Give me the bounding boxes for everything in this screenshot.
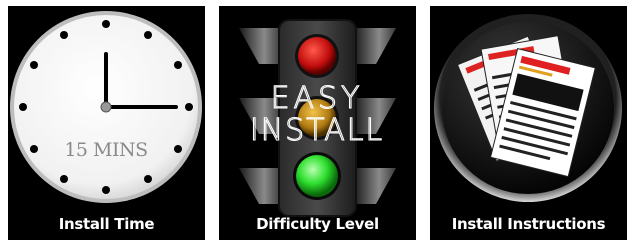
clock-icon: 15 MINS bbox=[10, 11, 202, 203]
documents-icon bbox=[434, 14, 622, 202]
install-time-caption: Install Time bbox=[58, 215, 155, 233]
difficulty-level-tile: EASY INSTALL Difficulty Level bbox=[219, 6, 416, 240]
traffic-light-icon: EASY INSTALL bbox=[239, 19, 396, 217]
clock-duration-text: 15 MINS bbox=[64, 139, 147, 161]
install-instructions-caption: Install Instructions bbox=[451, 215, 606, 233]
install-text: INSTALL bbox=[250, 113, 384, 148]
difficulty-level-caption: Difficulty Level bbox=[256, 215, 379, 233]
red-light bbox=[298, 37, 336, 75]
install-instructions-tile: Install Instructions bbox=[430, 6, 627, 240]
install-time-tile: 15 MINS Install Time bbox=[8, 6, 205, 240]
green-light bbox=[296, 155, 338, 197]
easy-text: EASY bbox=[271, 81, 364, 116]
